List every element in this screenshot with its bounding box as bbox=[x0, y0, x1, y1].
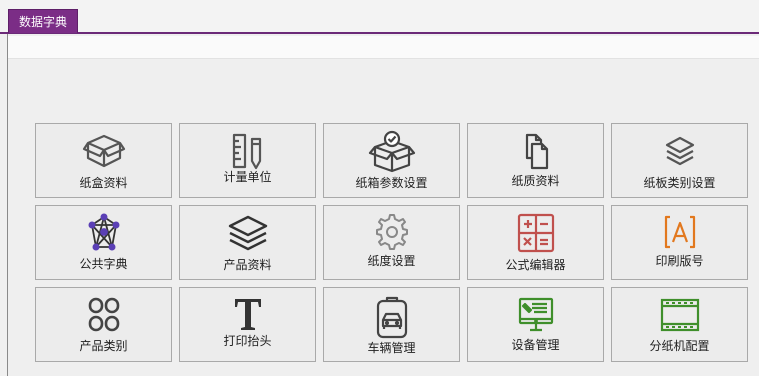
text-box-a-icon bbox=[612, 212, 747, 254]
tile-slitter-config[interactable]: 分纸机配置 bbox=[611, 287, 748, 362]
tile-label: 产品类别 bbox=[79, 339, 128, 353]
tile-label: 公式编辑器 bbox=[505, 258, 566, 272]
tile-carton-data[interactable]: 纸盒资料 bbox=[35, 123, 172, 198]
tile-product-data[interactable]: 产品资料 bbox=[179, 205, 316, 280]
box-check-icon bbox=[324, 130, 459, 173]
tile-print-header[interactable]: 打印抬头 bbox=[179, 287, 316, 362]
layers-icon bbox=[612, 130, 747, 172]
stack-icon bbox=[180, 212, 315, 254]
monitor-tools-icon bbox=[468, 294, 603, 336]
tile-product-category[interactable]: 产品类别 bbox=[35, 287, 172, 362]
tile-label: 纸箱参数设置 bbox=[355, 176, 428, 190]
tab-data-dictionary[interactable]: 数据字典 bbox=[8, 9, 79, 33]
tile-print-plate-no[interactable]: 印刷版号 bbox=[611, 205, 748, 280]
grid-rounded-icon bbox=[36, 294, 171, 336]
tile-label: 纸度设置 bbox=[367, 254, 416, 268]
ruler-pencil-icon bbox=[180, 130, 315, 172]
tile-label: 产品资料 bbox=[223, 258, 272, 272]
tile-carton-params[interactable]: 纸箱参数设置 bbox=[323, 123, 460, 198]
tile-label: 印刷版号 bbox=[655, 254, 704, 268]
tile-label: 计量单位 bbox=[223, 170, 272, 184]
vehicle-badge-icon bbox=[324, 296, 459, 339]
tile-label: 打印抬头 bbox=[223, 334, 272, 348]
tile-vehicle-management[interactable]: 车辆管理 bbox=[323, 287, 460, 362]
calculator-icon bbox=[468, 212, 603, 254]
tile-paper-degree[interactable]: 纸度设置 bbox=[323, 205, 460, 280]
tile-label: 纸盒资料 bbox=[79, 176, 128, 190]
tile-formula-editor[interactable]: 公式编辑器 bbox=[467, 205, 604, 280]
tile-label: 纸质资料 bbox=[511, 174, 560, 188]
toolbar-strip bbox=[8, 36, 759, 59]
font-t-icon bbox=[180, 294, 315, 336]
box-icon bbox=[36, 130, 171, 172]
network-star-icon bbox=[36, 212, 171, 254]
tile-label: 公共字典 bbox=[79, 257, 128, 271]
tile-measure-unit[interactable]: 计量单位 bbox=[179, 123, 316, 198]
tile-device-management[interactable]: 设备管理 bbox=[467, 287, 604, 362]
tile-board-category[interactable]: 纸板类别设置 bbox=[611, 123, 748, 198]
tile-paper-data[interactable]: 纸质资料 bbox=[467, 123, 604, 198]
tile-label: 纸板类别设置 bbox=[643, 176, 716, 190]
tile-label: 车辆管理 bbox=[367, 341, 416, 355]
gear-icon bbox=[324, 212, 459, 254]
documents-icon bbox=[468, 130, 603, 172]
tab-bar: 数据字典 bbox=[0, 0, 759, 34]
tile-label: 设备管理 bbox=[511, 338, 560, 352]
tile-public-dictionary[interactable]: 公共字典 bbox=[35, 205, 172, 280]
tile-label: 分纸机配置 bbox=[649, 339, 710, 353]
film-strip-icon bbox=[612, 294, 747, 336]
